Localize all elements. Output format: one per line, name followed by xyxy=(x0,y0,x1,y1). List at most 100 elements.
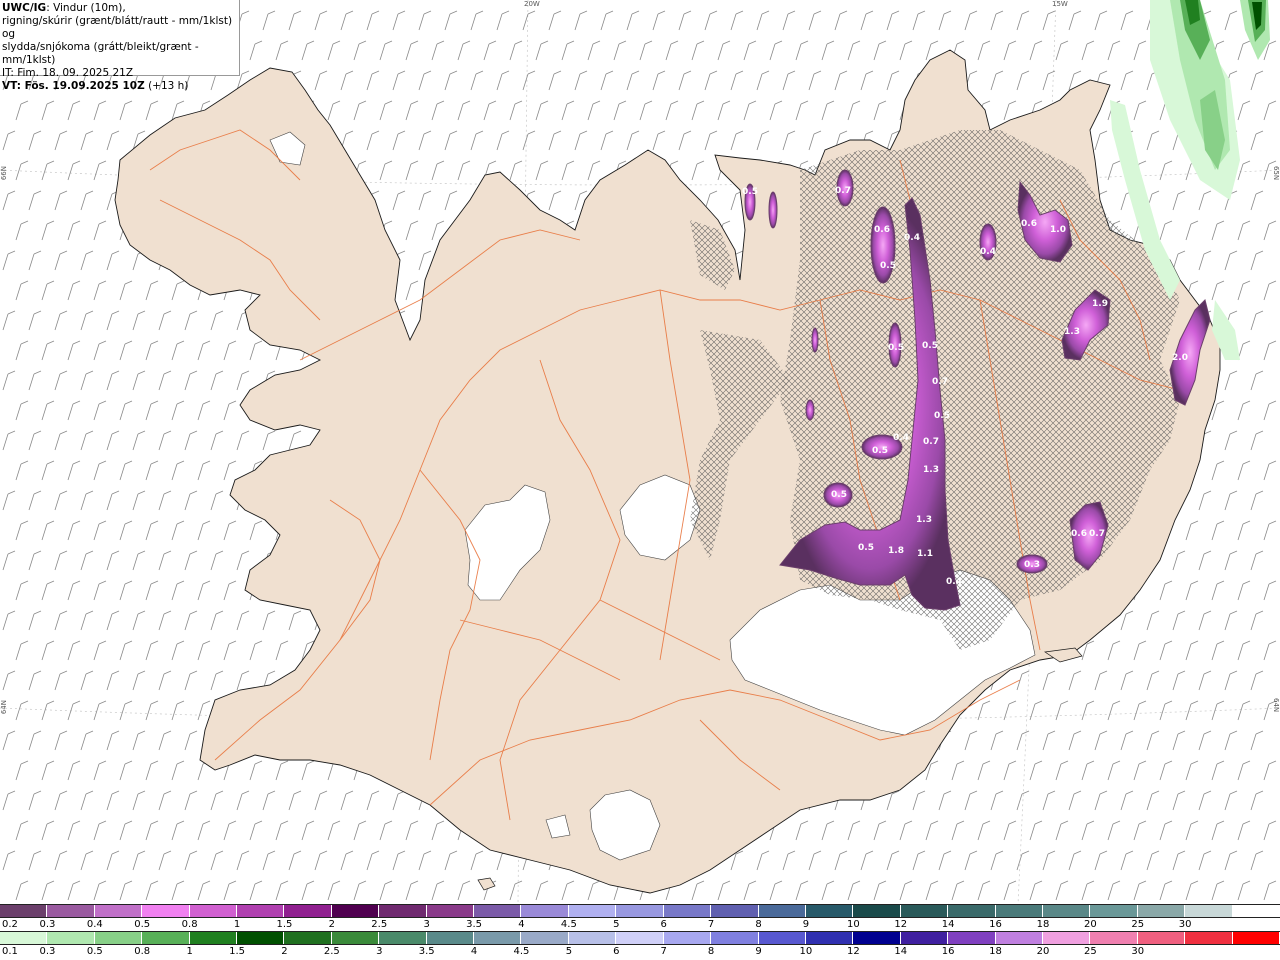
legend-swatch xyxy=(0,932,48,944)
legend-swatch xyxy=(1137,932,1186,944)
legend-swatch xyxy=(237,932,285,944)
precip-value-label: 0.4 xyxy=(980,247,996,257)
legend-label: 20 xyxy=(1036,946,1050,957)
legend-rain-colorbar xyxy=(0,931,1280,945)
precip-value-label: 0.4 xyxy=(893,433,909,443)
legend-swatch xyxy=(426,905,475,917)
axis-label-65n-right: 65N xyxy=(1272,166,1280,181)
legend-label: 1 xyxy=(186,946,193,957)
legend-swatch xyxy=(474,932,522,944)
legend-label: 2.5 xyxy=(323,946,340,957)
legend-swatch xyxy=(853,932,901,944)
axis-label-15w: 15W xyxy=(1052,0,1068,8)
header-line2: rigning/skúrir (grænt/blátt/rautt - mm/1… xyxy=(2,15,233,40)
legend-swatch xyxy=(521,905,569,917)
legend-swatch xyxy=(948,905,996,917)
header-line3: slydda/snjókoma (grátt/bleikt/grænt - mm… xyxy=(2,41,199,66)
legend-swatch xyxy=(379,932,427,944)
legend-swatch xyxy=(142,932,190,944)
legend-swatch xyxy=(711,905,759,917)
axis-label-64n-left: 64N xyxy=(0,700,8,715)
legend-label: 25 xyxy=(1131,919,1145,930)
legend-swatch xyxy=(1185,932,1233,944)
legend-label: 16 xyxy=(941,946,955,957)
legend-label: 6 xyxy=(660,919,667,930)
legend-label: 4.5 xyxy=(560,919,577,930)
precip-value-label: 2.0 xyxy=(1172,353,1188,363)
legend-label: 7 xyxy=(660,946,667,957)
legend-swatch xyxy=(1090,932,1138,944)
legend-label: 4 xyxy=(518,919,525,930)
legend-label: 6 xyxy=(613,946,620,957)
legend-swatch xyxy=(426,932,475,944)
legend-label: 3 xyxy=(376,946,383,957)
legend-label: 18 xyxy=(989,946,1002,957)
legend-label: 5 xyxy=(565,946,573,957)
legend-swatch xyxy=(616,932,664,944)
legend-label: 2 xyxy=(328,919,336,930)
legend-swatch xyxy=(189,905,238,917)
precip-value-label: 0.7 xyxy=(835,186,851,196)
precip-value-label: 0.5 xyxy=(888,343,904,353)
legend-label: 1.5 xyxy=(229,946,245,957)
legend-label: 0.1 xyxy=(2,946,18,957)
legend-swatch xyxy=(853,905,901,917)
legend-label: 8 xyxy=(707,946,715,957)
legend-swatch xyxy=(94,905,143,917)
precip-value-label: 0.6 xyxy=(1071,529,1087,539)
legend-swatch xyxy=(805,932,854,944)
legend-label: 10 xyxy=(846,919,860,930)
legend-swatch xyxy=(663,905,712,917)
precip-value-label: 1.9 xyxy=(1092,299,1108,309)
legend-label: 0.8 xyxy=(134,946,151,957)
precip-value-label: 0.5 xyxy=(742,187,758,197)
header-line1: : Vindur (10m), xyxy=(46,2,126,14)
legend-label: 0.3 xyxy=(39,919,56,930)
precip-value-label: 1.8 xyxy=(888,546,904,556)
legend-label: 2 xyxy=(281,946,288,957)
legend-label: 2.5 xyxy=(371,919,388,930)
legend-label: 14 xyxy=(894,946,908,957)
precip-value-label: 0.4 xyxy=(904,233,920,243)
legend-label: 3.5 xyxy=(466,919,483,930)
legend-swatch xyxy=(1185,905,1233,917)
legend-swatch xyxy=(616,905,664,917)
precip-value-label: 0.7 xyxy=(923,437,939,447)
precip-value-label: 1.3 xyxy=(1064,327,1080,337)
legend-label: 0.5 xyxy=(134,919,151,930)
initial-time: IT: Fim. 18. 09. 2025 21Z xyxy=(2,67,134,79)
legend-swatch xyxy=(900,905,949,917)
legend-swatch xyxy=(521,932,569,944)
axis-label-64n-right: 64N xyxy=(1272,698,1280,713)
legend-label: 8 xyxy=(755,919,762,930)
legend-swatch xyxy=(474,905,522,917)
legend-swatch xyxy=(284,932,332,944)
model-name: UWC/IG xyxy=(2,2,47,14)
legend-swatch xyxy=(1137,905,1186,917)
legend-swatch xyxy=(568,932,617,944)
legend-label: 5 xyxy=(613,919,620,930)
legend-swatch xyxy=(948,932,996,944)
legend-label: 7 xyxy=(707,919,715,930)
legend-swatch xyxy=(568,905,617,917)
legend-label: 14 xyxy=(941,919,955,930)
legend-swatch xyxy=(995,905,1043,917)
legend-swatch xyxy=(284,905,332,917)
legend-label: 4 xyxy=(470,946,478,957)
legend-label: 25 xyxy=(1083,946,1097,957)
legend-swatch xyxy=(995,932,1043,944)
legend-swatch xyxy=(900,932,949,944)
precip-value-label: 0.7 xyxy=(1089,529,1105,539)
legend-swatch xyxy=(47,905,95,917)
valid-time: VT: Fös. 19.09.2025 10Z xyxy=(2,80,145,92)
precip-value-label: 0.6 xyxy=(874,225,890,235)
legend-label: 18 xyxy=(1036,919,1050,930)
legend-label: 20 xyxy=(1083,919,1097,930)
precip-value-label: 0.4 xyxy=(946,577,962,587)
legend-swatch xyxy=(805,905,854,917)
precip-value-label: 1.3 xyxy=(916,515,932,525)
legend-label: 3.5 xyxy=(418,946,435,957)
legend-swatch xyxy=(379,905,427,917)
precip-value-label: 0.5 xyxy=(858,543,874,553)
legend-swatch xyxy=(331,905,380,917)
